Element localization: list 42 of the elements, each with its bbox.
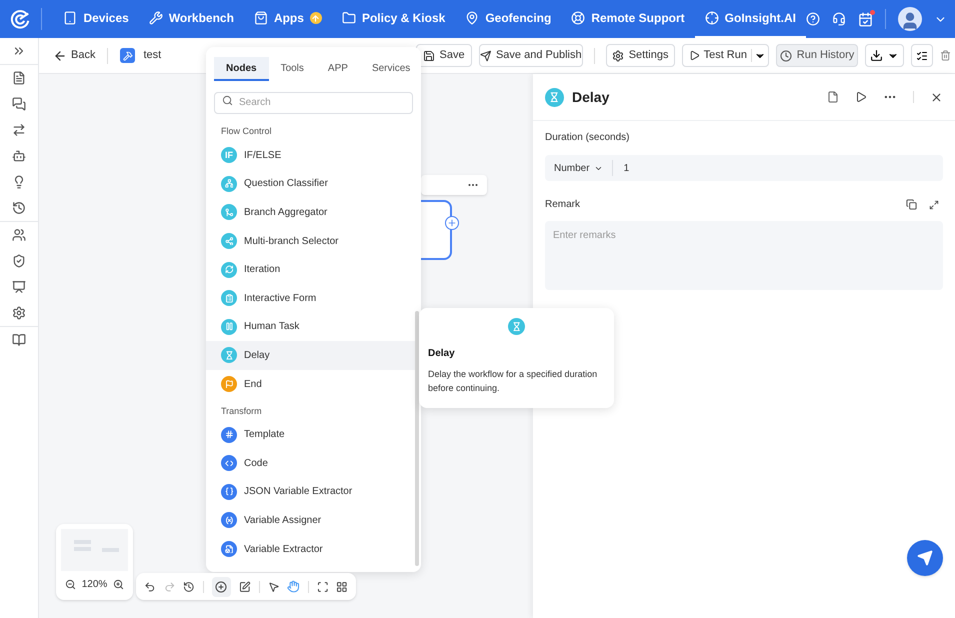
group-heading: Transform <box>220 404 263 418</box>
duration-input[interactable]: 1 <box>624 160 684 176</box>
palette-tab[interactable]: Nodes <box>214 57 269 81</box>
nav-item[interactable]: Geofencing <box>455 0 562 38</box>
palette-tab[interactable]: APP <box>316 57 360 81</box>
node-list-item[interactable]: Delay <box>206 341 415 370</box>
nav-item[interactable]: Workbench <box>138 0 244 38</box>
group-heading: Flow Control <box>220 125 273 138</box>
node-list-item[interactable]: Multi-branch Selector <box>206 226 415 256</box>
node-list-item[interactable]: Question Classifier <box>206 170 415 198</box>
palette-tab[interactable]: Tools <box>268 57 316 81</box>
save-button[interactable]: Save <box>416 44 472 67</box>
node-list-item[interactable]: JSON Variable Extractor <box>206 478 415 506</box>
node-list-item[interactable]: Template <box>206 420 415 449</box>
back-button[interactable]: Back <box>53 47 96 64</box>
remark-field[interactable]: Enter remarks <box>545 221 943 290</box>
field-label: Remark <box>545 198 580 212</box>
if-icon: IF <box>221 147 237 164</box>
search-field[interactable]: Search <box>214 92 413 114</box>
node-list-item[interactable]: Interactive Form <box>206 284 415 313</box>
nav-item[interactable]: Remote Support <box>561 0 695 38</box>
type-select[interactable]: Number <box>545 160 612 176</box>
panel-title: Delay <box>572 88 610 107</box>
node-list-item[interactable]: IF IF/ELSE <box>206 141 415 170</box>
node-list-item[interactable]: Branch Aggregator <box>206 198 415 227</box>
workflow-title: test <box>143 48 162 64</box>
tooltip-description: Delay the workflow for a specified duration before continuing. <box>428 368 598 395</box>
node-list-item[interactable]: End <box>206 370 415 398</box>
nav-item[interactable]: Policy & Kiosk <box>332 0 456 38</box>
zoom-level: 120% <box>82 578 108 592</box>
publish-button[interactable]: Save and Publish <box>478 44 583 67</box>
settings-button[interactable]: Settings <box>606 44 675 67</box>
run-history-button[interactable]: Run History <box>776 44 858 67</box>
node-list-item[interactable]: Iteration <box>206 255 415 284</box>
field-label: Duration (seconds) <box>545 131 630 145</box>
node-list-item[interactable]: Variable Assigner <box>206 506 415 535</box>
nav-item[interactable]: Apps <box>244 0 332 38</box>
nav-item[interactable]: Devices <box>53 0 139 38</box>
node-list-item[interactable]: Code <box>206 448 415 478</box>
tooltip-title: Delay <box>428 347 456 361</box>
node-list-item[interactable]: Human Task <box>206 312 415 342</box>
node-list-item[interactable]: Variable Extractor <box>206 534 415 564</box>
